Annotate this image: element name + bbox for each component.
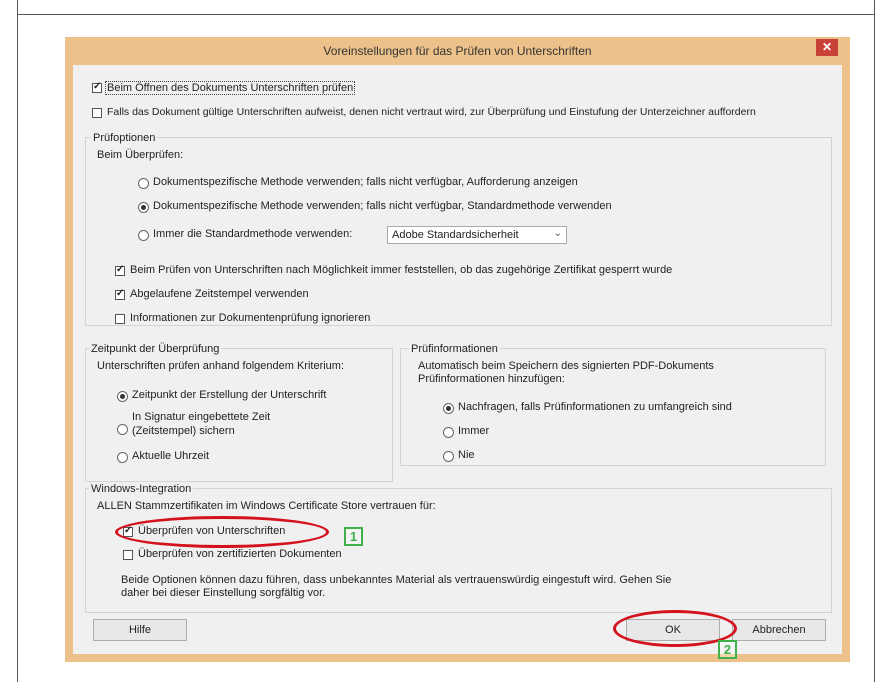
prompt-signers-label[interactable]: Falls das Dokument gültige Unterschrifte… bbox=[107, 106, 756, 118]
always-default-radio[interactable] bbox=[138, 230, 149, 241]
time-embedded-radio[interactable] bbox=[117, 424, 128, 435]
pruefoptionen-subtitle: Beim Überprüfen: bbox=[97, 149, 184, 161]
trust-for-certified-docs-label[interactable]: Überprüfen von zertifizierten Dokumenten bbox=[138, 548, 342, 560]
help-button[interactable]: Hilfe bbox=[93, 619, 187, 641]
expired-timestamps-label[interactable]: Abgelaufene Zeitstempel verwenden bbox=[130, 288, 309, 300]
pruefinfo-subtitle-line2: Prüfinformationen hinzufügen: bbox=[418, 373, 565, 385]
method-prompt-label[interactable]: Dokumentspezifische Methode verwenden; f… bbox=[153, 176, 578, 188]
expired-timestamps-checkbox[interactable] bbox=[115, 288, 125, 300]
method-default-radio[interactable] bbox=[138, 202, 149, 213]
zeitpunkt-title: Zeitpunkt der Überprüfung bbox=[89, 343, 222, 355]
signature-verification-preferences-dialog: Voreinstellungen für das Prüfen von Unte… bbox=[65, 37, 850, 662]
check-revocation-checkbox[interactable] bbox=[115, 264, 125, 276]
title-bar: Voreinstellungen für das Prüfen von Unte… bbox=[65, 37, 850, 65]
close-button[interactable]: ✕ bbox=[816, 39, 838, 56]
always-add-label[interactable]: Immer bbox=[458, 425, 489, 437]
time-embedded-label-line1[interactable]: In Signatur eingebettete Zeit bbox=[132, 411, 270, 423]
default-method-select-value: Adobe Standardsicherheit bbox=[392, 229, 519, 241]
screenshot-frame-top bbox=[17, 14, 875, 15]
time-current-radio[interactable] bbox=[117, 452, 128, 463]
time-current-label[interactable]: Aktuelle Uhrzeit bbox=[132, 450, 209, 462]
verify-on-open-label[interactable]: Beim Öffnen des Dokuments Unterschriften… bbox=[105, 81, 356, 95]
dialog-content: Beim Öffnen des Dokuments Unterschriften… bbox=[73, 65, 842, 659]
trust-for-signatures-checkbox[interactable] bbox=[123, 525, 133, 537]
time-signature-creation-radio[interactable] bbox=[117, 391, 128, 402]
ignore-doc-validation-label[interactable]: Informationen zur Dokumentenprüfung igno… bbox=[130, 312, 370, 324]
verify-on-open-checkbox[interactable] bbox=[92, 81, 102, 93]
default-method-select[interactable]: Adobe Standardsicherheit ⌄ bbox=[387, 226, 567, 244]
cancel-button[interactable]: Abbrechen bbox=[732, 619, 826, 641]
pruefoptionen-title: Prüfoptionen bbox=[91, 132, 158, 144]
windows-integration-title: Windows-Integration bbox=[89, 483, 194, 495]
windows-note-line1: Beide Optionen können dazu führen, dass … bbox=[121, 574, 672, 586]
pruefinfo-title: Prüfinformationen bbox=[409, 343, 500, 355]
always-add-radio[interactable] bbox=[443, 427, 454, 438]
method-prompt-radio[interactable] bbox=[138, 178, 149, 189]
trust-for-certified-docs-checkbox[interactable] bbox=[123, 550, 133, 560]
step-badge-2: 2 bbox=[718, 640, 737, 659]
step-badge-1: 1 bbox=[344, 527, 363, 546]
pruefinfo-subtitle-line1: Automatisch beim Speichern des signierte… bbox=[418, 360, 714, 372]
ask-if-large-radio[interactable] bbox=[443, 403, 454, 414]
never-add-label[interactable]: Nie bbox=[458, 449, 475, 461]
check-revocation-label[interactable]: Beim Prüfen von Unterschriften nach Mögl… bbox=[130, 264, 672, 276]
windows-integration-subtitle: ALLEN Stammzertifikaten im Windows Certi… bbox=[97, 500, 436, 512]
time-signature-creation-label[interactable]: Zeitpunkt der Erstellung der Unterschrif… bbox=[132, 389, 326, 401]
method-default-label[interactable]: Dokumentspezifische Methode verwenden; f… bbox=[153, 200, 612, 212]
zeitpunkt-subtitle: Unterschriften prüfen anhand folgendem K… bbox=[97, 360, 345, 372]
never-add-radio[interactable] bbox=[443, 451, 454, 462]
trust-for-signatures-label[interactable]: Überprüfen von Unterschriften bbox=[138, 525, 285, 537]
prompt-signers-checkbox[interactable] bbox=[92, 108, 102, 118]
ignore-doc-validation-checkbox[interactable] bbox=[115, 314, 125, 324]
ok-button[interactable]: OK bbox=[626, 619, 720, 641]
windows-note-line2: daher bei dieser Einstellung sorgfältig … bbox=[121, 587, 326, 599]
always-default-label[interactable]: Immer die Standardmethode verwenden: bbox=[153, 228, 352, 240]
chevron-down-icon: ⌄ bbox=[553, 228, 562, 239]
ask-if-large-label[interactable]: Nachfragen, falls Prüfinformationen zu u… bbox=[458, 401, 732, 413]
time-embedded-label-line2[interactable]: (Zeitstempel) sichern bbox=[132, 425, 235, 437]
dialog-title: Voreinstellungen für das Prüfen von Unte… bbox=[323, 44, 592, 58]
